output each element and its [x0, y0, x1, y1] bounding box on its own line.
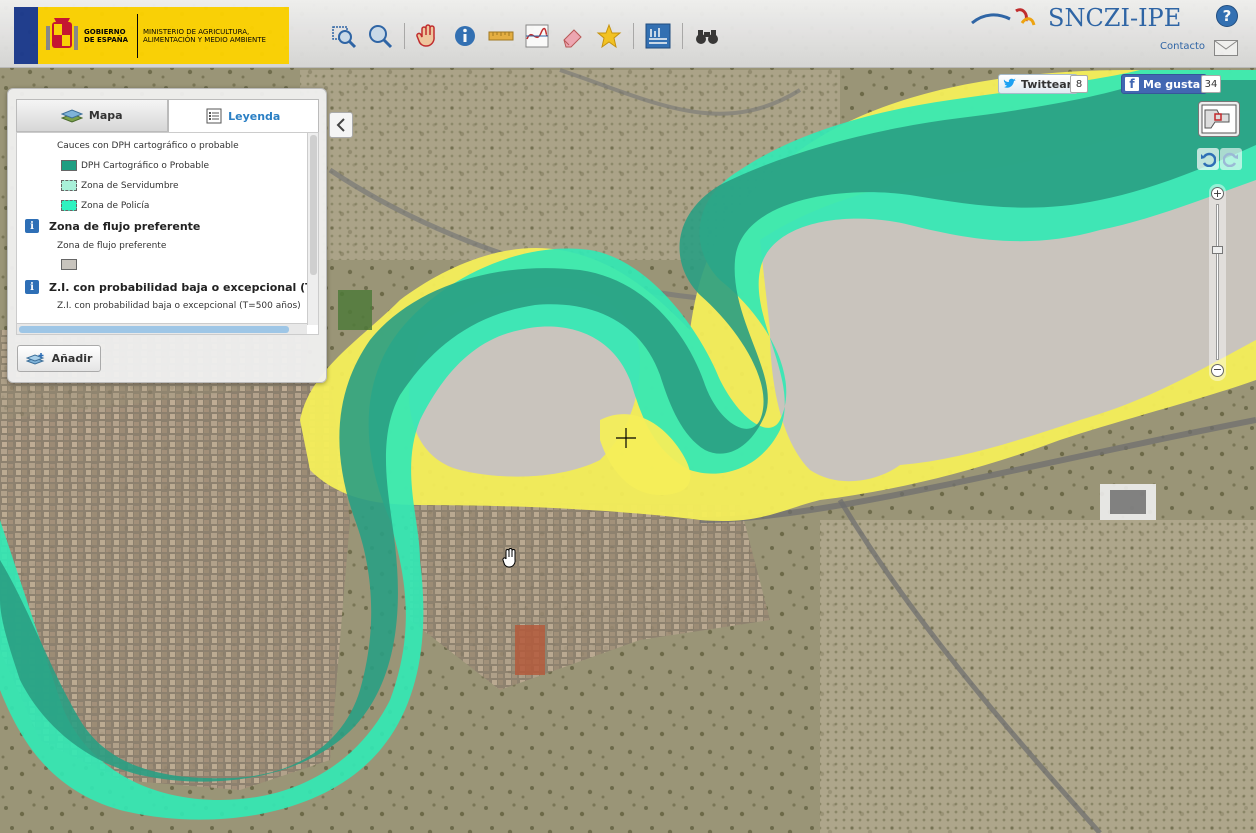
legend-item-label: Zona de flujo preferente: [57, 241, 167, 251]
add-layer-label: Añadir: [51, 352, 93, 365]
measure-button[interactable]: [487, 22, 515, 50]
brand-logo: SNCZI-IPE: [970, 4, 1181, 32]
legend-item-label: DPH Cartográfico o Probable: [81, 161, 210, 171]
facebook-icon: f: [1125, 77, 1139, 91]
zoom-in-button[interactable]: +: [1211, 187, 1224, 200]
facebook-like-count: 34: [1201, 75, 1221, 93]
tab-leyenda[interactable]: Leyenda: [167, 99, 319, 132]
zoom-slider-handle[interactable]: [1212, 246, 1223, 254]
tab-mapa[interactable]: Mapa: [16, 99, 168, 132]
legend-list: Cauces con DPH cartográfico o probable D…: [16, 132, 319, 335]
tweet-button[interactable]: Twittear: [998, 74, 1079, 94]
government-logo[interactable]: GOBIERNO DE ESPAÑA MINISTERIO DE AGRICUL…: [14, 7, 289, 64]
legend-heading-label: Z.I. con probabilidad baja o excepcional…: [49, 280, 319, 294]
eraser-button[interactable]: [559, 22, 587, 50]
crosshair-cursor-icon: [616, 428, 636, 448]
legend-horizontal-scrollbar[interactable]: [17, 323, 307, 334]
zoom-out-button[interactable]: −: [1211, 364, 1224, 377]
legend-heading-flujo: i Zona de flujo preferente: [25, 219, 200, 233]
measure-ruler-icon: [488, 31, 514, 41]
map-toolbar: [326, 20, 725, 52]
undo-arrow-icon: [1201, 152, 1216, 167]
legend-item-label: Zona de Servidumbre: [81, 181, 179, 191]
legend-item-label: Z.I. con probabilidad baja o excepcional…: [57, 301, 301, 311]
legend-list-icon: [206, 108, 222, 124]
spain-flag-icon: [14, 7, 38, 64]
overview-map-button[interactable]: [1198, 101, 1240, 137]
brand-name: SNCZI-IPE: [1048, 4, 1182, 32]
legend-swatch-policia: [61, 200, 77, 211]
gov-label: GOBIERNO DE ESPAÑA: [84, 27, 129, 44]
favorite-star-icon: [596, 23, 622, 49]
legend-swatch-dph: [61, 160, 77, 171]
add-layer-button[interactable]: Añadir: [17, 345, 101, 372]
brand-wave-icon: [971, 8, 1036, 26]
favorites-button[interactable]: [595, 22, 623, 50]
info-icon[interactable]: i: [25, 219, 39, 233]
map-layers-icon: [60, 108, 83, 123]
legend-item: [61, 259, 81, 270]
legend-group-title: Cauces con DPH cartográfico o probable: [57, 141, 239, 151]
search-binoculars-icon: [696, 30, 718, 44]
collapse-panel-button[interactable]: [329, 112, 353, 138]
help-button[interactable]: ?: [1216, 5, 1238, 27]
chevron-left-icon: [336, 118, 345, 132]
undo-button[interactable]: [1197, 148, 1219, 170]
search-button[interactable]: [693, 22, 721, 50]
zoom-out-button[interactable]: [366, 22, 394, 50]
legend-item: DPH Cartográfico o Probable: [61, 160, 209, 171]
mail-icon[interactable]: [1214, 40, 1238, 56]
pan-button[interactable]: [415, 22, 443, 50]
panel-tabs: Mapa Leyenda: [16, 99, 319, 132]
zoom-slider-track[interactable]: [1216, 204, 1219, 360]
legend-item: Zona de Servidumbre: [61, 180, 179, 191]
tab-leyenda-label: Leyenda: [228, 109, 281, 123]
overview-map-icon: [1201, 104, 1237, 134]
flood-layer-button[interactable]: [644, 22, 672, 50]
legend-swatch-servidumbre: [61, 180, 77, 191]
tweet-label: Twittear: [1021, 77, 1073, 91]
facebook-like-button[interactable]: f Me gusta: [1121, 74, 1208, 94]
redo-button[interactable]: [1220, 148, 1242, 170]
add-layer-icon: [25, 352, 45, 365]
legend-heading-zi: i Z.I. con probabilidad baja o excepciona…: [25, 280, 319, 294]
zoom-out-icon: [369, 25, 393, 49]
redo-arrow-icon: [1223, 152, 1238, 167]
eraser-icon: [563, 29, 582, 48]
info-icon[interactable]: i: [25, 280, 39, 294]
ministry-label: MINISTERIO DE AGRICULTURA, ALIMENTACIÓN …: [143, 27, 266, 44]
profile-icon: [525, 24, 549, 48]
zoom-box-icon: [332, 26, 357, 49]
info-icon: [455, 26, 475, 46]
contact-link[interactable]: Contacto: [1160, 41, 1205, 52]
legend-heading-label: Zona de flujo preferente: [49, 219, 201, 233]
layers-panel: Mapa Leyenda Cauces con DPH cartográfico…: [7, 88, 327, 383]
app-header: GOBIERNO DE ESPAÑA MINISTERIO DE AGRICUL…: [0, 0, 1256, 68]
pan-hand-icon: [416, 24, 435, 47]
legend-vertical-scrollbar[interactable]: [307, 133, 318, 325]
coat-of-arms-icon: [46, 17, 78, 50]
zoom-box-button[interactable]: [330, 22, 358, 50]
info-button[interactable]: [451, 22, 479, 50]
twitter-bird-icon: [1003, 78, 1016, 88]
flood-layer-icon: [645, 23, 671, 49]
tab-mapa-label: Mapa: [88, 109, 123, 122]
hand-cursor-icon: [502, 548, 516, 568]
legend-item: Zona de Policía: [61, 200, 149, 211]
legend-item-label: Zona de Policía: [81, 201, 150, 211]
profile-button[interactable]: [523, 22, 551, 50]
legend-swatch-flujo: [61, 259, 77, 270]
facebook-like-label: Me gusta: [1143, 77, 1201, 91]
tweet-count: 8: [1070, 75, 1088, 93]
